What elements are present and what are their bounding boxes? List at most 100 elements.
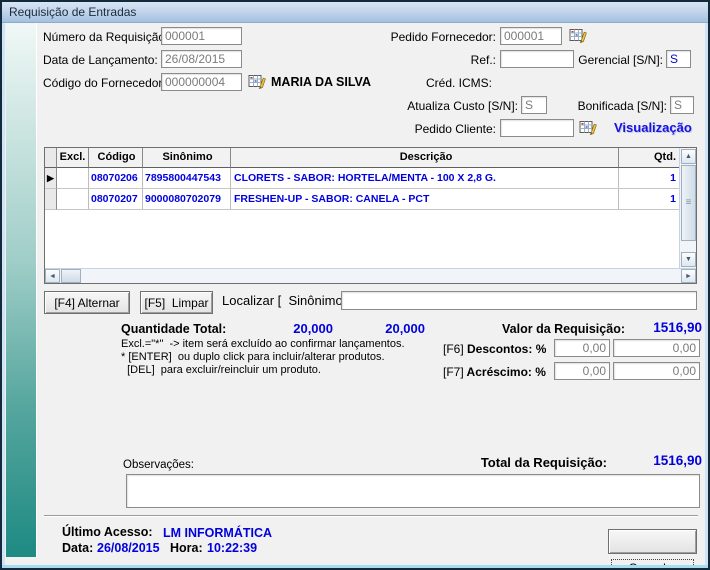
pedido-fornecedor-input <box>500 27 562 45</box>
descontos-percent-input[interactable] <box>554 339 610 357</box>
scroll-down-icon[interactable]: ▼ <box>681 252 696 267</box>
cell-excl <box>57 189 89 210</box>
pedido-cliente-input[interactable] <box>500 119 574 137</box>
f6-key-label: [F6] <box>443 342 464 356</box>
total-requisicao-label: Total da Requisição: <box>440 455 607 470</box>
hint-excl: Excl.="*" -> item será excluído ao confi… <box>121 338 405 350</box>
footer-separator <box>44 515 698 517</box>
descontos-percent-sign: % <box>536 342 547 356</box>
cancelar-button-label: Cancelar <box>612 560 693 570</box>
alternar-button[interactable]: [F4] Alternar <box>44 291 130 314</box>
cell-sinonimo: 9000080702079 <box>143 189 231 210</box>
pedido-cliente-lookup-icon[interactable] <box>579 119 598 137</box>
atualiza-custo-label: Atualiza Custo [S/N]: <box>390 99 518 113</box>
descontos-label: [F6] Descontos: % <box>443 342 546 356</box>
bonificada-label: Bonificada [S/N]: <box>538 99 667 113</box>
acrescimo-percent-sign: % <box>535 365 546 379</box>
cell-descricao: FRESHEN-UP - SABOR: CANELA - PCT <box>231 189 619 210</box>
cancelar-button[interactable]: Cancelar <box>608 529 697 554</box>
cell-excl <box>57 168 89 189</box>
items-grid: Excl. Código Sinônimo Descrição Qtd. ▶ 0… <box>44 147 697 284</box>
cell-qtd: 1 <box>619 189 679 210</box>
grid-header-indicator <box>45 148 57 168</box>
grid-header-descricao: Descrição <box>231 148 619 168</box>
lookup-grid-pencil-icon <box>579 119 598 137</box>
data-lancamento-input <box>161 50 242 68</box>
scroll-up-icon[interactable]: ▲ <box>681 149 696 164</box>
vertical-scroll-thumb[interactable]: ≡ <box>681 165 696 241</box>
grid-header-codigo: Código <box>89 148 143 168</box>
cell-codigo: 08070207 <box>89 189 143 210</box>
cell-qtd: 1 <box>619 168 679 189</box>
horizontal-scroll-thumb[interactable] <box>61 269 81 283</box>
scroll-left-icon[interactable]: ◄ <box>45 269 60 283</box>
acrescimo-word: Acréscimo: <box>464 365 536 379</box>
current-row-marker-icon: ▶ <box>45 168 57 189</box>
descontos-valor-input[interactable] <box>613 339 700 357</box>
cell-descricao: CLORETS - SABOR: HORTELA/MENTA - 100 X 2… <box>231 168 619 189</box>
data-lancamento-label: Data de Lançamento: <box>43 53 158 67</box>
total-requisicao-value: 1516,90 <box>612 453 702 468</box>
requisicao-entradas-window: Requisição de Entradas Número da Requisi… <box>0 0 710 570</box>
valor-requisicao-value: 1516,90 <box>612 320 702 335</box>
valor-requisicao-label: Valor da Requisição: <box>455 322 625 336</box>
acrescimo-label: [F7] Acréscimo: % <box>443 365 546 379</box>
row-indicator <box>45 189 57 210</box>
footer-data-value: 26/08/2015 <box>97 541 160 555</box>
hint-del: [DEL] para excluir/reincluir um produto. <box>121 364 321 376</box>
codigo-fornecedor-label: Código do Fornecedor: <box>43 76 166 90</box>
table-row[interactable]: 08070207 9000080702079 FRESHEN-UP - SABO… <box>45 189 696 210</box>
grid-header-sinonimo: Sinônimo <box>143 148 231 168</box>
localizar-label: Localizar [ Sinônimo ]: <box>222 293 354 308</box>
grid-header-qtd: Qtd. <box>619 148 679 168</box>
window-frame-bottom <box>2 565 708 568</box>
grid-header-row: Excl. Código Sinônimo Descrição Qtd. <box>45 148 696 168</box>
cell-codigo: 08070206 <box>89 168 143 189</box>
window-title: Requisição de Entradas <box>9 5 136 19</box>
ref-label: Ref.: <box>420 53 496 67</box>
bonificada-input <box>670 96 694 114</box>
observacoes-label: Observações: <box>123 459 194 471</box>
lookup-grid-pencil-icon <box>569 27 588 45</box>
acrescimo-valor-input[interactable] <box>613 362 700 380</box>
footer-data-label: Data: <box>62 541 93 555</box>
quantidade-total-value-1: 20,000 <box>253 321 333 336</box>
scroll-right-icon[interactable]: ► <box>681 269 696 283</box>
footer-hora-value: 10:22:39 <box>207 541 257 555</box>
pedido-fornecedor-label: Pedido Fornecedor: <box>366 30 496 44</box>
pedido-cliente-label: Pedido Cliente: <box>406 122 496 136</box>
grip-icon: ≡ <box>686 197 692 208</box>
title-bar: Requisição de Entradas <box>2 2 708 23</box>
codigo-fornecedor-lookup-icon[interactable] <box>248 73 267 91</box>
pedido-fornecedor-lookup-icon[interactable] <box>569 27 588 45</box>
table-row[interactable]: ▶ 08070206 7895800447543 CLORETS - SABOR… <box>45 168 696 189</box>
footer-hora-label: Hora: <box>170 541 203 555</box>
visualizacao-label: Visualização <box>614 120 692 135</box>
window-frame-right <box>705 23 708 568</box>
cred-icms-label: Créd. ICMS: <box>426 76 492 90</box>
quantidade-total-label: Quantidade Total: <box>121 322 226 336</box>
grid-header-excl: Excl. <box>57 148 89 168</box>
cell-sinonimo: 7895800447543 <box>143 168 231 189</box>
window-frame-left <box>2 23 5 568</box>
gerencial-label: Gerencial [S/N]: <box>536 53 663 67</box>
f7-key-label: [F7] <box>443 365 464 379</box>
acrescimo-percent-input[interactable] <box>554 362 610 380</box>
numero-label: Número da Requisição: <box>43 30 168 44</box>
ultimo-acesso-value: LM INFORMÁTICA <box>163 526 272 540</box>
quantidade-total-value-2: 20,000 <box>345 321 425 336</box>
limpar-button[interactable]: [F5] Limpar <box>140 291 213 314</box>
gerencial-input[interactable] <box>666 50 691 68</box>
hint-enter: * [ENTER] ou duplo click para incluir/al… <box>121 351 385 363</box>
lookup-grid-pencil-icon <box>248 73 267 91</box>
observacoes-textarea[interactable] <box>126 474 700 508</box>
ultimo-acesso-label: Último Acesso: <box>62 525 153 539</box>
numero-input <box>161 27 242 45</box>
codigo-fornecedor-input <box>161 73 242 91</box>
descontos-word: Descontos: <box>464 342 536 356</box>
grid-vertical-scrollbar[interactable]: ▲ ≡ ▼ <box>679 148 696 268</box>
fornecedor-name: MARIA DA SILVA <box>271 75 371 89</box>
sidebar-gradient <box>6 23 37 557</box>
grid-horizontal-scrollbar[interactable]: ◄ ► <box>45 268 696 283</box>
localizar-input[interactable] <box>341 291 697 310</box>
